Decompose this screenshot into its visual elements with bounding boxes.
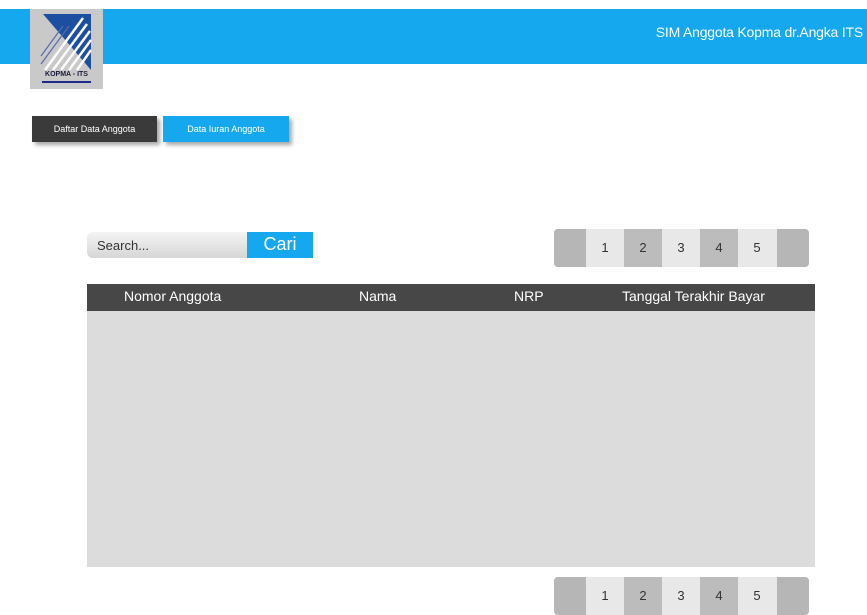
search-bar: Cari [87, 232, 313, 258]
column-header-nomor-anggota[interactable]: Nomor Anggota [124, 288, 221, 304]
kopma-logo-icon [40, 14, 92, 71]
pagination-bottom: 1 2 3 4 5 [554, 577, 809, 615]
search-input[interactable] [87, 232, 247, 258]
column-header-nama[interactable]: Nama [359, 288, 396, 304]
table-body [87, 311, 815, 567]
page-5-button[interactable]: 5 [738, 577, 776, 615]
page-1-button[interactable]: 1 [586, 577, 624, 615]
page-2-button[interactable]: 2 [624, 229, 662, 267]
logo-underline [42, 81, 91, 83]
logo-text: KOPMA - ITS [45, 71, 88, 78]
page-3-button[interactable]: 3 [662, 577, 700, 615]
top-header-bar: SIM Anggota Kopma dr.Angka ITS [0, 9, 867, 64]
pagination-next-button[interactable] [777, 577, 809, 615]
kopma-logo[interactable]: KOPMA - ITS [30, 9, 103, 89]
app-title: SIM Anggota Kopma dr.Angka ITS [655, 24, 863, 40]
page-5-button[interactable]: 5 [738, 229, 776, 267]
column-header-tanggal-terakhir-bayar[interactable]: Tanggal Terakhir Bayar [622, 288, 765, 304]
nav-data-iuran-anggota-button[interactable]: Data Iuran Anggota [163, 116, 289, 142]
pagination-next-button[interactable] [777, 229, 809, 267]
page-2-button[interactable]: 2 [624, 577, 662, 615]
pagination-top: 1 2 3 4 5 [554, 229, 809, 267]
pagination-prev-button[interactable] [554, 229, 586, 267]
page-1-button[interactable]: 1 [586, 229, 624, 267]
page-3-button[interactable]: 3 [662, 229, 700, 267]
pagination-prev-button[interactable] [554, 577, 586, 615]
page-4-button[interactable]: 4 [700, 577, 738, 615]
page-4-button[interactable]: 4 [700, 229, 738, 267]
table-header: Nomor Anggota Nama NRP Tanggal Terakhir … [87, 284, 815, 311]
search-button[interactable]: Cari [247, 232, 313, 258]
nav-daftar-data-anggota-button[interactable]: Daftar Data Anggota [32, 116, 157, 142]
column-header-nrp[interactable]: NRP [514, 288, 544, 304]
